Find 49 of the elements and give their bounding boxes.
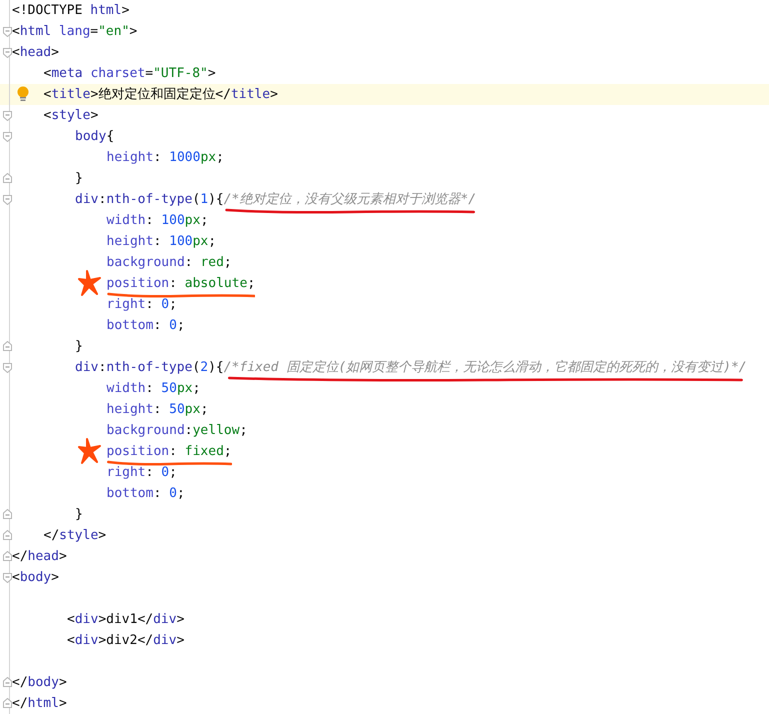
code-text: bottom: 0; [106, 485, 185, 503]
code-text: } [75, 506, 83, 524]
code-text: background: red; [106, 254, 232, 272]
fold-icon[interactable] [3, 573, 12, 583]
code-text: <meta charset="UTF-8"> [44, 65, 216, 83]
code-text: bottom: 0; [106, 317, 185, 335]
code-text: div:nth-of-type(2){ [75, 359, 224, 377]
code-text: </body> [12, 674, 67, 692]
code-text: height: 1000px; [106, 149, 224, 167]
code-text: </html> [12, 695, 67, 713]
code-text: <div>div1</div> [67, 611, 184, 629]
fold-icon[interactable] [3, 698, 12, 708]
code-comment: /*绝对定位，没有父级元素相对于浏览器*/ [224, 192, 476, 207]
fold-icon[interactable] [3, 27, 12, 37]
fold-icon[interactable] [3, 341, 12, 351]
fold-icon[interactable] [3, 48, 12, 58]
code-text: height: 100px; [106, 233, 216, 251]
code-text: </head> [12, 548, 67, 566]
code-text: </style> [44, 527, 106, 545]
code-text: position: absolute; [106, 276, 256, 291]
code-text: background:yellow; [106, 422, 248, 440]
code-text: } [75, 170, 83, 188]
code-text: width: 50px; [106, 380, 200, 398]
code-text: right: 0; [106, 296, 177, 314]
fold-icon[interactable] [3, 111, 12, 121]
code-text: <!DOCTYPE html> [12, 2, 130, 20]
code-text: right: 0; [106, 464, 177, 482]
fold-icon[interactable] [3, 530, 12, 540]
fold-icon[interactable] [3, 509, 12, 519]
code-text: <style> [44, 107, 98, 125]
fold-icon[interactable] [3, 677, 12, 687]
code-text: <html lang="en"> [12, 23, 138, 41]
code-text: div:nth-of-type(1){ [75, 191, 224, 209]
lightbulb-icon[interactable] [17, 86, 29, 102]
code-text: } [75, 338, 83, 356]
code-text: <head> [12, 44, 59, 62]
fold-icon[interactable] [3, 195, 12, 205]
fold-icon[interactable] [3, 132, 12, 142]
fold-icon[interactable] [3, 173, 12, 183]
code-text: <body> [12, 569, 59, 587]
code-text: width: 100px; [106, 212, 208, 230]
fold-icon[interactable] [3, 551, 12, 561]
code-text: height: 50px; [106, 401, 208, 419]
code-text: position: fixed; [106, 444, 232, 459]
code-text: body{ [75, 128, 114, 146]
code-comment: /*fixed 固定定位(如网页整个导航栏，无论怎么滑动，它都固定的死死的，没有变过)*/ [224, 360, 747, 375]
code-text: <title>绝对定位和固定定位</title> [44, 86, 278, 104]
code-text: <div>div2</div> [67, 632, 184, 650]
fold-icon[interactable] [3, 363, 12, 373]
